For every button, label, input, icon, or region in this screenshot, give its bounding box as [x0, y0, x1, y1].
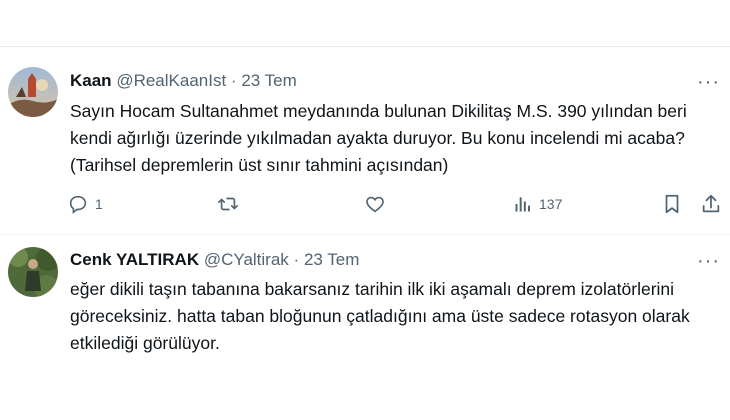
reply-icon — [69, 195, 87, 214]
tweet-date[interactable]: 23 Tem — [241, 71, 296, 90]
retweet-button[interactable] — [216, 189, 246, 219]
views-button[interactable]: 137 — [513, 189, 562, 219]
like-icon — [366, 196, 384, 213]
reply-count: 1 — [95, 196, 103, 212]
bookmark-icon — [665, 194, 679, 214]
separator-dot: · — [230, 71, 237, 90]
tweet-text: Sayın Hocam Sultanahmet meydanında bulun… — [70, 101, 687, 175]
tweet-date[interactable]: 23 Tem — [304, 250, 359, 269]
user-handle[interactable]: @RealKaanIst — [116, 71, 226, 90]
reply-button[interactable]: 1 — [67, 189, 103, 219]
views-icon — [515, 197, 530, 212]
share-icon — [702, 194, 720, 213]
avatar[interactable] — [8, 247, 58, 297]
like-button[interactable] — [364, 189, 392, 219]
tweet-text: eğer dikili taşın tabanına bakarsanız ta… — [70, 279, 690, 353]
share-button[interactable] — [700, 189, 722, 219]
bookmark-button[interactable] — [661, 189, 683, 219]
display-name[interactable]: Cenk YALTIRAK — [70, 250, 199, 269]
user-handle[interactable]: @CYaltirak — [204, 250, 289, 269]
tweet-actions: 1 137 — [60, 189, 730, 219]
avatar[interactable] — [8, 67, 58, 117]
tweet-kaan[interactable]: Kaan @RealKaanIst · 23 Tem ··· Sayın Hoc… — [0, 47, 730, 234]
tweet-cenk[interactable]: Cenk YALTIRAK @CYaltirak · 23 Tem ··· eğ… — [0, 235, 730, 420]
tweet-header: Cenk YALTIRAK @CYaltirak · 23 Tem — [70, 250, 359, 270]
more-options-icon[interactable]: ··· — [697, 72, 720, 92]
tweet-header: Kaan @RealKaanIst · 23 Tem — [70, 71, 297, 91]
views-count: 137 — [539, 196, 563, 212]
retweet-icon — [218, 197, 238, 211]
more-options-icon[interactable]: ··· — [697, 251, 720, 271]
separator-dot: · — [293, 250, 300, 269]
display-name[interactable]: Kaan — [70, 71, 112, 90]
